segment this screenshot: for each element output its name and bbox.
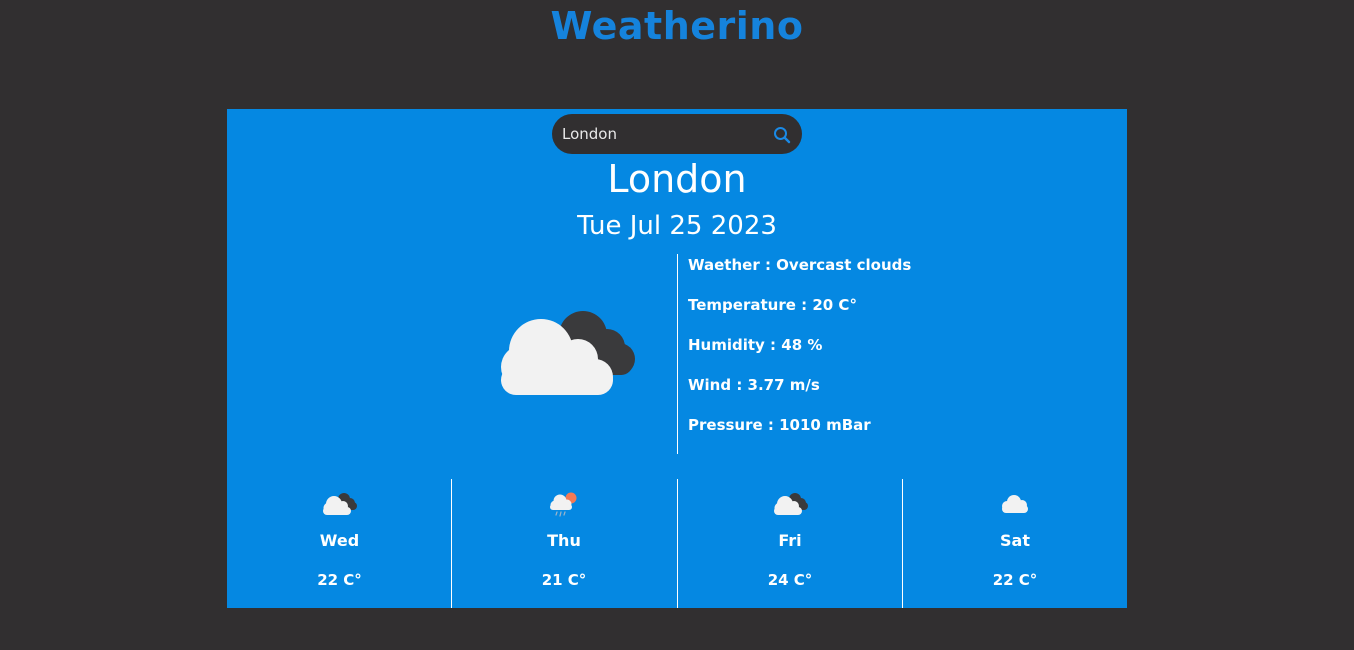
overcast-clouds-icon	[322, 491, 358, 517]
forecast-row: Wed 22 C° Thu 21 C° Fri 24 C° Sat 22 C°	[227, 479, 1127, 608]
forecast-day: Thu	[547, 531, 581, 550]
search-input[interactable]	[562, 114, 762, 154]
forecast-temp: 22 C°	[317, 571, 362, 589]
city-name: London	[607, 157, 747, 201]
forecast-temp: 22 C°	[992, 571, 1038, 589]
forecast-day: Fri	[778, 531, 802, 550]
forecast-day: Wed	[319, 531, 360, 550]
details-divider	[677, 254, 678, 454]
forecast-day-card: Sat 22 C°	[902, 479, 1127, 608]
forecast-temp: 24 C°	[767, 571, 813, 589]
weather-card: London Tue Jul 25 2023 Waether : Over	[227, 109, 1127, 608]
weather-details: Waether : Overcast clouds Temperature : …	[688, 255, 911, 455]
current-date: Tue Jul 25 2023	[577, 211, 777, 241]
forecast-day-card: Thu 21 C°	[451, 479, 676, 608]
detail-humidity: Humidity : 48 %	[688, 336, 823, 354]
search-box	[552, 114, 802, 154]
search-icon[interactable]	[772, 125, 792, 145]
forecast-temp: 21 C°	[541, 571, 587, 589]
cloud-icon	[998, 491, 1034, 517]
forecast-day: Sat	[1000, 531, 1030, 550]
detail-pressure: Pressure : 1010 mBar	[688, 416, 871, 434]
app-title: Weatherino	[550, 4, 804, 48]
overcast-clouds-icon	[495, 307, 641, 401]
detail-temperature: Temperature : 20 C°	[688, 296, 857, 314]
detail-wind: Wind : 3.77 m/s	[688, 376, 820, 394]
forecast-day-card: Fri 24 C°	[677, 479, 902, 608]
forecast-day-card: Wed 22 C°	[227, 479, 452, 608]
sun-rain-icon	[547, 491, 583, 517]
overcast-clouds-icon	[773, 491, 809, 517]
detail-weather: Waether : Overcast clouds	[688, 256, 912, 274]
